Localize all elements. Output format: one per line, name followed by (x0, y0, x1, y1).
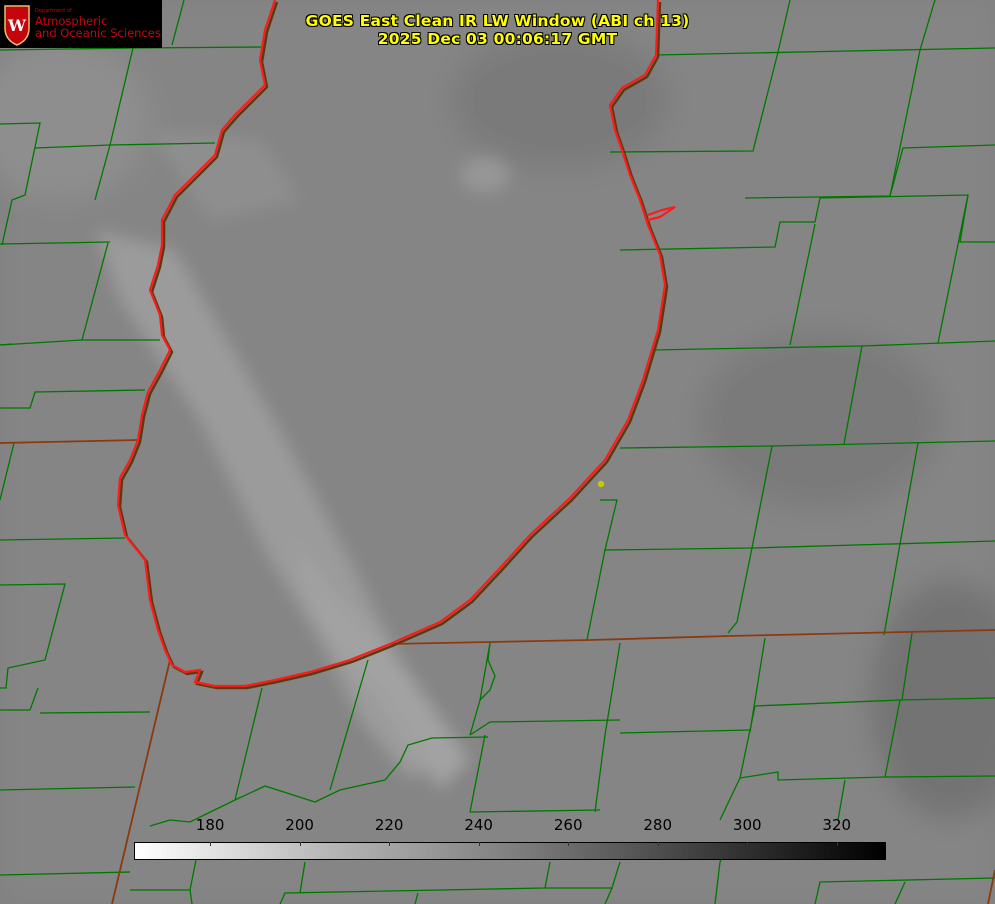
colorbar-tick-label: 300 (732, 816, 762, 834)
colorbar-tick-mark (657, 842, 659, 846)
colorbar-tick-mark (568, 842, 570, 846)
colorbar-tick-label: 220 (374, 816, 404, 834)
product-title: GOES East Clean IR LW Window (ABI ch 13) (305, 12, 690, 30)
colorbar-gradient (134, 842, 886, 860)
colorbar-tick-mark (747, 842, 749, 846)
colorbar-tick-label: 240 (464, 816, 493, 834)
colorbar-tick-label: 320 (822, 816, 852, 834)
colorbar-tick-mark (478, 842, 480, 846)
colorbar-tick-label: 180 (195, 816, 225, 834)
product-timestamp: 2025 Dec 03 00:06:17 GMT (377, 30, 618, 48)
colorbar-tick-label: 280 (643, 816, 673, 834)
colorbar-tick-label: 200 (285, 816, 314, 834)
satellite-map[interactable] (0, 0, 995, 904)
colorbar-tick-mark (299, 842, 301, 846)
site-marker (597, 480, 605, 488)
temperature-colorbar (134, 842, 886, 860)
colorbar-tick-mark (389, 842, 391, 846)
ir-cloud-texture (0, 0, 995, 904)
colorbar-tick-mark (836, 842, 838, 846)
colorbar-tick-mark (210, 842, 212, 846)
colorbar-tick-label: 260 (553, 816, 583, 834)
